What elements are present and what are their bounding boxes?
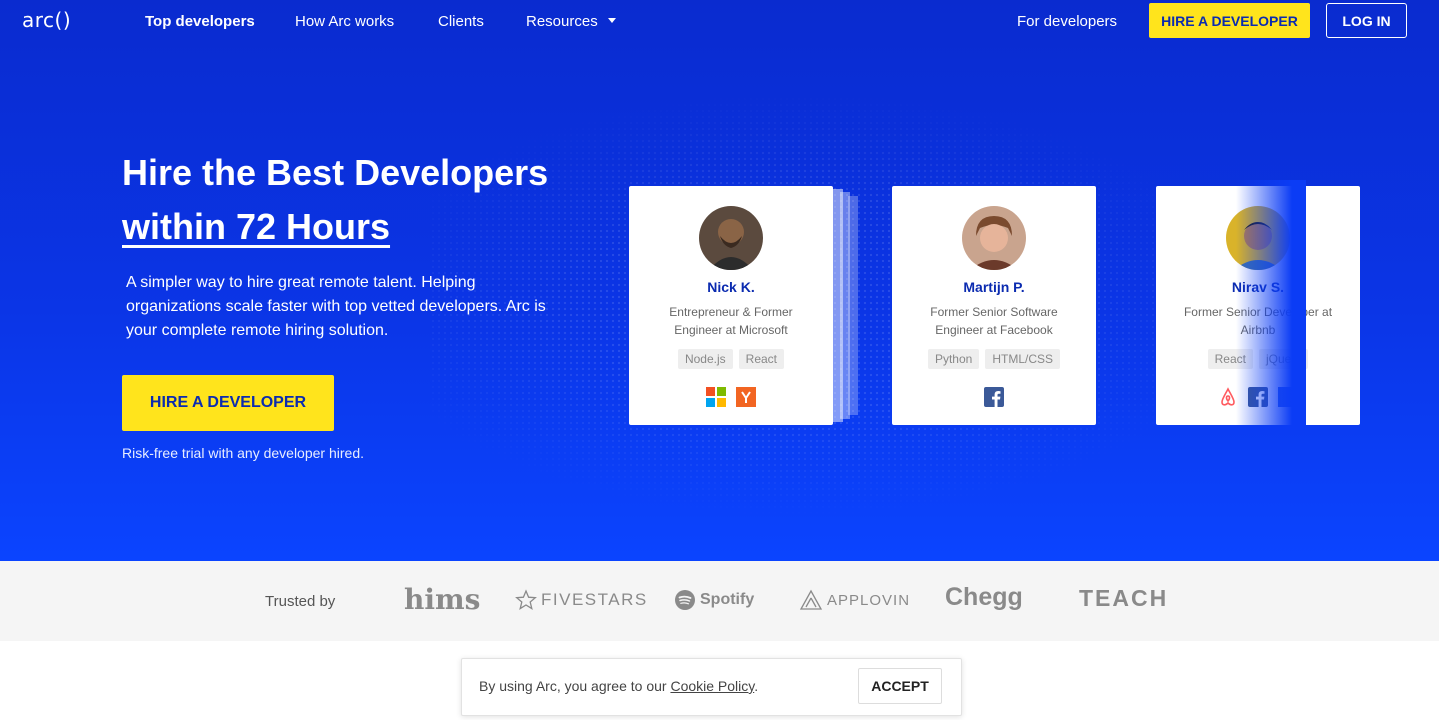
skill-tags: Python HTML/CSS <box>892 349 1096 369</box>
developer-title: Former Senior Software Engineer at Faceb… <box>930 305 1058 337</box>
spotify-label: Spotify <box>700 591 755 608</box>
spotify-icon <box>675 590 695 610</box>
airbnb-icon <box>1218 387 1238 407</box>
chevron-down-icon <box>607 18 616 23</box>
trusted-by-bar: Trusted by hims FIVESTARS Spotify APPLOV… <box>0 561 1439 641</box>
hero-hire-developer-button[interactable]: HIRE A DEVELOPER <box>122 375 334 431</box>
nav-hire-developer-button[interactable]: HIRE A DEVELOPER <box>1149 3 1310 38</box>
nav-resources[interactable]: Resources <box>526 13 616 30</box>
developer-card[interactable]: Martijn P. Former Senior Software Engine… <box>892 186 1096 425</box>
carousel-fade <box>1236 180 1306 430</box>
company-logos <box>629 387 833 407</box>
hero-lead: A simpler way to hire great remote talen… <box>126 274 546 339</box>
microsoft-icon <box>706 387 726 407</box>
accept-cookies-button[interactable]: ACCEPT <box>858 668 942 704</box>
cookie-message: By using Arc, you agree to our <box>479 678 671 694</box>
top-navbar: arc() Top developers How Arc works Clien… <box>0 0 1439 42</box>
risk-free-note: Risk-free trial with any developer hired… <box>122 445 364 461</box>
hims-logo: hims <box>404 583 481 616</box>
spotify-logo: Spotify <box>674 589 754 611</box>
developer-name: Martijn P. <box>963 279 1025 295</box>
skill-tag: Python <box>927 349 980 369</box>
cookie-policy-link[interactable]: Cookie Policy <box>670 678 754 694</box>
nav-for-developers[interactable]: For developers <box>1017 13 1117 30</box>
avatar <box>699 206 763 270</box>
chegg-logo: Chegg <box>945 583 1023 611</box>
fivestars-logo: FIVESTARS <box>515 589 648 611</box>
cookie-text: By using Arc, you agree to our Cookie Po… <box>479 678 758 694</box>
star-icon <box>515 589 537 610</box>
developer-title: Entrepreneur & Former Engineer at Micros… <box>669 305 793 337</box>
login-button[interactable]: LOG IN <box>1326 3 1407 38</box>
trusted-by-label: Trusted by <box>265 593 336 610</box>
company-logos <box>892 387 1096 407</box>
cookie-suffix: . <box>754 678 759 694</box>
nav-clients[interactable]: Clients <box>438 13 484 30</box>
nav-top-developers[interactable]: Top developers <box>145 13 255 30</box>
applovin-icon <box>799 589 823 610</box>
applovin-label: APPLOVIN <box>827 591 911 609</box>
nav-how-arc-works[interactable]: How Arc works <box>295 13 394 30</box>
arc-logo[interactable]: arc() <box>22 8 71 32</box>
skill-tags: Node.js React <box>629 349 833 369</box>
hero-title-line1: Hire the Best Developers <box>122 152 549 193</box>
hero-section: arc() Top developers How Arc works Clien… <box>0 0 1439 561</box>
avatar <box>962 206 1026 270</box>
fivestars-label: FIVESTARS <box>541 590 648 609</box>
card-stack-back <box>833 189 843 422</box>
developer-name: Nick K. <box>707 279 755 295</box>
applovin-logo: APPLOVIN <box>799 589 910 611</box>
hero-title-line2: within 72 Hours <box>122 206 391 247</box>
facebook-icon <box>984 387 1004 407</box>
teach-logo: TEACH <box>1079 585 1169 611</box>
developer-card[interactable]: Nick K. Entrepreneur & Former Engineer a… <box>629 186 833 425</box>
nav-resources-label: Resources <box>526 13 598 30</box>
skill-tag: Node.js <box>677 349 733 369</box>
skill-tag: HTML/CSS <box>985 349 1061 369</box>
skill-tag: React <box>738 349 785 369</box>
cookie-banner: By using Arc, you agree to our Cookie Po… <box>461 658 962 716</box>
ycombinator-icon <box>736 387 756 407</box>
